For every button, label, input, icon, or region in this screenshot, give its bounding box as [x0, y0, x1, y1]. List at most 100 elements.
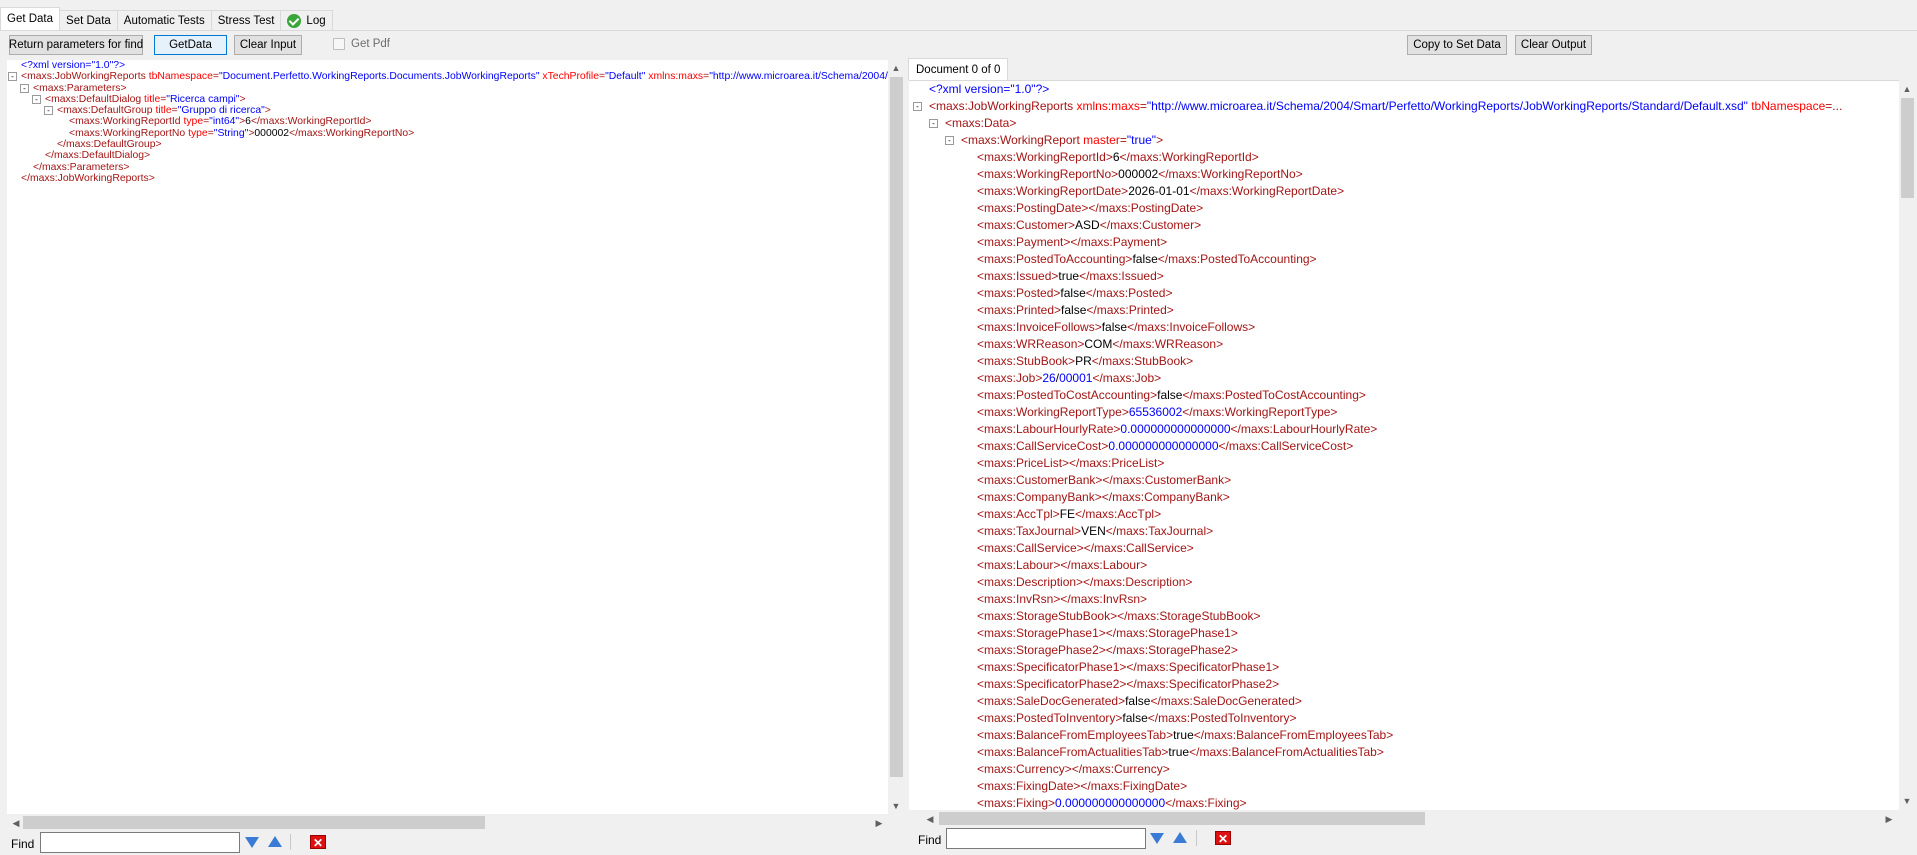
xml-token: <maxs:WorkingReportId> — [977, 150, 1113, 164]
xml-token: <maxs:DefaultGroup — [57, 105, 156, 117]
xml-line-text: <maxs:WRReason>COM</maxs:WRReason> — [977, 336, 1223, 353]
scroll-left-arrow-icon[interactable]: ◀ — [9, 818, 23, 828]
input-horizontal-scrollbar[interactable]: ◀ ▶ — [7, 814, 888, 831]
scroll-left-arrow-icon[interactable]: ◀ — [923, 814, 937, 824]
xml-line-text: <maxs:StoragePhase2></maxs:StoragePhase2… — [977, 642, 1238, 659]
xml-line-text: <maxs:WorkingReportType>65536002</maxs:W… — [977, 404, 1337, 421]
xml-token: "int64" — [209, 116, 240, 128]
collapse-node-icon[interactable]: - — [929, 119, 938, 128]
main-tab-strip: Get Data Set Data Automatic Tests Stress… — [0, 7, 1917, 31]
collapse-node-icon[interactable]: - — [20, 83, 29, 93]
xml-token: "http://www.microarea.it/Schema/2004/Sma… — [709, 71, 888, 83]
xml-line-text: <maxs:Description></maxs:Description> — [977, 574, 1192, 591]
input-xml-pane[interactable]: <?xml version="1.0"?> - <maxs:JobWorkingRe… — [7, 60, 888, 814]
tab-get-data[interactable]: Get Data — [0, 7, 61, 30]
get-pdf-checkbox[interactable]: Get Pdf — [333, 38, 390, 50]
xml-token: <maxs:SaleDocGenerated> — [977, 694, 1126, 708]
scroll-right-arrow-icon[interactable]: ▶ — [1882, 814, 1896, 824]
find-next-icon[interactable] — [1150, 833, 1164, 844]
xml-token: false — [1122, 711, 1148, 725]
xml-token: false — [1101, 320, 1128, 334]
xml-token: </maxs:Posted> — [1085, 286, 1173, 300]
collapse-node-icon[interactable]: - — [913, 102, 922, 111]
xml-token: </maxs:CallServiceCost> — [1218, 439, 1354, 453]
xml-token: = — [1119, 133, 1127, 147]
clear-find-icon[interactable]: ✕ — [310, 835, 326, 850]
xml-token: <maxs:StoragePhase1></maxs:StoragePhase1… — [977, 626, 1238, 640]
find-input[interactable] — [946, 828, 1146, 849]
xml-token: <maxs:LabourHourlyRate> — [977, 422, 1121, 436]
output-horizontal-scrollbar[interactable]: ◀ ▶ — [909, 810, 1899, 827]
xml-line-text: <maxs:InvRsn></maxs:InvRsn> — [977, 591, 1147, 608]
xml-token: </maxs:Job> — [1092, 371, 1162, 385]
getdata-button[interactable]: GetData — [154, 35, 227, 55]
xml-line-text: <maxs:WorkingReportId>6</maxs:WorkingRep… — [977, 149, 1259, 166]
output-xml-pane[interactable]: <?xml version="1.0"?> - <maxs:JobWorkingRe… — [909, 80, 1899, 810]
tab-log[interactable]: Log — [280, 10, 333, 30]
scroll-right-arrow-icon[interactable]: ▶ — [872, 818, 886, 828]
scroll-up-arrow-icon[interactable]: ▲ — [889, 63, 903, 73]
document-tab[interactable]: Document 0 of 0 — [908, 58, 1009, 80]
xml-token: <maxs:WorkingReportType> — [977, 405, 1129, 419]
scroll-down-arrow-icon[interactable]: ▼ — [1900, 796, 1914, 806]
checkbox-box[interactable] — [333, 38, 345, 50]
collapse-node-icon[interactable]: - — [44, 106, 53, 116]
tab-automatic-tests[interactable]: Automatic Tests — [116, 10, 212, 30]
scroll-thumb[interactable] — [890, 77, 903, 777]
collapse-node-icon[interactable]: - — [32, 94, 41, 104]
copy-to-set-data-button[interactable]: Copy to Set Data — [1407, 35, 1507, 55]
collapse-node-icon[interactable]: - — [945, 136, 954, 145]
xml-line-text: <maxs:WorkingReportNo type="String">0000… — [69, 128, 414, 139]
tab-stress-test[interactable]: Stress Test — [210, 10, 282, 30]
output-vertical-scrollbar[interactable]: ▲ ▼ — [1899, 80, 1916, 810]
scroll-down-arrow-icon[interactable]: ▼ — [889, 801, 903, 811]
xml-token: 0.000000000000000 — [1055, 796, 1166, 810]
xml-line-text: <?xml version="1.0"?> — [21, 60, 125, 71]
tab-set-data[interactable]: Set Data — [59, 10, 118, 30]
scroll-thumb[interactable] — [23, 816, 485, 829]
find-next-icon[interactable] — [245, 837, 259, 848]
xml-token: "true" — [1126, 133, 1157, 147]
xml-line-text: <maxs:AccTpl>FE</maxs:AccTpl> — [977, 506, 1161, 523]
find-previous-icon[interactable] — [268, 836, 282, 847]
xml-line-text: <?xml version="1.0"?> — [929, 81, 1049, 98]
xml-line-text: </maxs:DefaultDialog> — [45, 150, 150, 161]
get-pdf-label: Get Pdf — [351, 38, 390, 50]
find-input[interactable] — [40, 832, 240, 853]
clear-input-button[interactable]: Clear Input — [234, 35, 302, 55]
xml-token: true — [1173, 728, 1194, 742]
xml-token: <?xml version="1.0"?> — [21, 60, 126, 71]
input-vertical-scrollbar[interactable]: ▲ ▼ — [888, 60, 905, 814]
xml-line-text: <maxs:FixingDate></maxs:FixingDate> — [977, 778, 1187, 795]
xml-token: <maxs:WorkingReportNo> — [977, 167, 1119, 181]
xml-token: 0.000000000000000 — [1108, 439, 1219, 453]
xml-token: </maxs:WorkingReportType> — [1182, 405, 1338, 419]
xml-token: 6 — [1112, 150, 1120, 164]
xml-token: </maxs:WorkingReportDate> — [1189, 184, 1345, 198]
scroll-up-arrow-icon[interactable]: ▲ — [1900, 84, 1914, 94]
xml-line-text: <maxs:PostedToAccounting>false</maxs:Pos… — [977, 251, 1317, 268]
xml-token: FE — [1059, 507, 1076, 521]
xml-token: false — [1061, 303, 1087, 317]
xml-token: type — [188, 127, 208, 139]
xml-token: </maxs:PostedToInventory> — [1147, 711, 1297, 725]
clear-find-icon[interactable]: ✕ — [1215, 831, 1231, 846]
scroll-thumb[interactable] — [939, 812, 1425, 825]
xml-token: <maxs:Payment></maxs:Payment> — [977, 235, 1168, 249]
xml-token: </maxs:WorkingReportNo> — [1158, 167, 1303, 181]
find-previous-icon[interactable] — [1173, 832, 1187, 843]
clear-output-button[interactable]: Clear Output — [1515, 35, 1592, 55]
xml-line-text: <maxs:StoragePhase1></maxs:StoragePhase1… — [977, 625, 1238, 642]
xml-token: <maxs:CompanyBank></maxs:CompanyBank> — [977, 490, 1230, 504]
return-parameters-button[interactable]: Return parameters for find — [9, 35, 143, 55]
collapse-node-icon[interactable]: - — [8, 72, 17, 82]
xml-token: tbNamespace — [1747, 99, 1826, 113]
xml-token: 26 — [1042, 371, 1056, 385]
check-ok-icon — [287, 13, 302, 28]
xml-token: 00001 — [1059, 371, 1093, 385]
scroll-thumb[interactable] — [1901, 98, 1914, 198]
xml-token: <maxs:Job> — [977, 371, 1043, 385]
xml-token: xmlns:maxs — [1076, 99, 1140, 113]
xml-token: </maxs:WorkingReportNo> — [289, 127, 415, 139]
xml-token: <maxs:Currency></maxs:Currency> — [977, 762, 1170, 776]
